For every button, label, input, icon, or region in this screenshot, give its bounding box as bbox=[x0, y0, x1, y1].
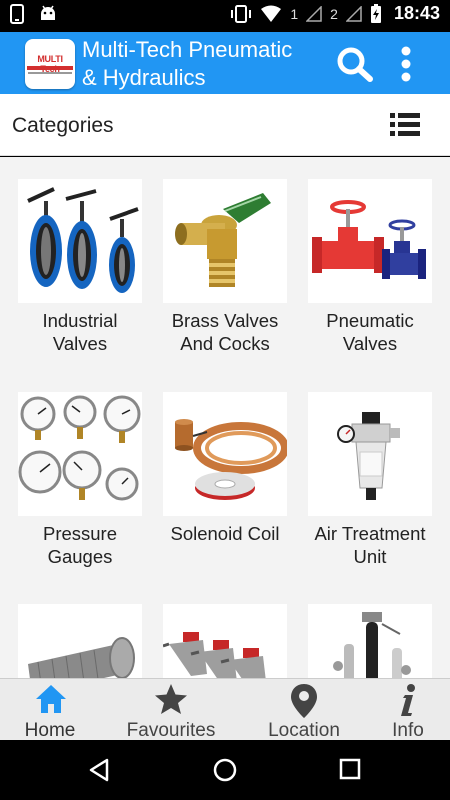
category-tile-solenoid-coil[interactable]: Solenoid Coil bbox=[163, 392, 287, 545]
category-grid: Industrial Valves Brass Valves And Cocks… bbox=[0, 157, 450, 678]
category-label-line1: Solenoid Coil bbox=[170, 523, 280, 544]
system-navigation-bar bbox=[0, 740, 450, 800]
category-label-line1: Pressure bbox=[42, 523, 118, 544]
category-label-line1: Pneumatic bbox=[326, 310, 414, 331]
frl-unit-image bbox=[308, 392, 432, 516]
nav-info-label: Info bbox=[392, 720, 424, 741]
nav-info[interactable]: Info bbox=[384, 679, 432, 741]
section-title: Categories bbox=[12, 114, 114, 137]
home-icon bbox=[36, 685, 66, 713]
category-tile-industrial-valves[interactable]: Industrial Valves bbox=[18, 179, 142, 355]
diaphragm-valves-image bbox=[308, 179, 432, 303]
gas-cylinders-image bbox=[308, 604, 432, 678]
overflow-menu-button[interactable] bbox=[396, 44, 416, 84]
category-label-line2: And Cocks bbox=[180, 333, 270, 354]
category-tile-row3-3[interactable] bbox=[308, 604, 432, 678]
bottom-navigation: Home Favourites Location Info bbox=[0, 678, 450, 741]
category-label-line2: Unit bbox=[353, 546, 387, 567]
air-blow-guns-image bbox=[163, 604, 287, 678]
category-tile-row3-2[interactable] bbox=[163, 604, 287, 678]
app-title-line1: Multi-Tech Pneumatic bbox=[82, 37, 293, 62]
more-vert-icon bbox=[401, 46, 411, 82]
app-title: Multi-Tech Pneumatic & Hydraulics bbox=[82, 36, 332, 92]
list-view-toggle-button[interactable] bbox=[388, 110, 422, 140]
info-icon bbox=[401, 684, 415, 716]
status-bar: 1 2 18:43 bbox=[0, 0, 450, 32]
search-button[interactable] bbox=[336, 46, 376, 82]
sim1-label: 1 bbox=[290, 5, 299, 22]
wifi-icon bbox=[261, 5, 282, 22]
category-label-line1: Air Treatment bbox=[314, 523, 426, 544]
category-label-line2: Valves bbox=[52, 333, 108, 354]
clock: 18:43 bbox=[393, 3, 440, 23]
list-view-icon bbox=[390, 113, 420, 136]
nav-favourites[interactable]: Favourites bbox=[118, 679, 224, 741]
signal-sim1-icon bbox=[306, 5, 322, 22]
category-label-line2: Valves bbox=[342, 333, 398, 354]
filter-element-image bbox=[18, 604, 142, 678]
sim2-label: 2 bbox=[330, 5, 338, 22]
signal-sim2-icon bbox=[345, 5, 362, 22]
category-tile-brass-valves-and-cocks[interactable]: Brass Valves And Cocks bbox=[163, 179, 287, 355]
phone-notification-icon bbox=[10, 4, 24, 24]
home-circle-icon[interactable] bbox=[213, 758, 237, 782]
nav-home[interactable]: Home bbox=[10, 679, 90, 741]
nav-favourites-label: Favourites bbox=[126, 720, 216, 741]
pressure-gauges-image bbox=[18, 392, 142, 516]
app-logo: MULTI Tech bbox=[25, 39, 75, 89]
battery-charging-icon bbox=[370, 3, 381, 23]
category-tile-air-treatment-unit[interactable]: Air Treatment Unit bbox=[308, 392, 432, 568]
butterfly-valves-image bbox=[18, 179, 142, 303]
recents-icon[interactable] bbox=[339, 758, 361, 780]
nav-location[interactable]: Location bbox=[260, 679, 348, 741]
search-icon bbox=[337, 47, 373, 82]
app-bar: MULTI Tech Multi-Tech Pneumatic & Hydrau… bbox=[0, 32, 450, 94]
brass-cock-image bbox=[163, 179, 287, 303]
nav-home-label: Home bbox=[24, 720, 76, 741]
nav-location-label: Location bbox=[268, 720, 340, 741]
category-label-line1: Industrial bbox=[42, 310, 118, 331]
star-icon bbox=[155, 684, 187, 714]
back-icon[interactable] bbox=[88, 758, 110, 782]
android-debug-icon bbox=[41, 5, 55, 20]
vibrate-icon bbox=[231, 4, 252, 23]
category-tile-pneumatic-valves[interactable]: Pneumatic Valves bbox=[308, 179, 432, 355]
app-title-line2: & Hydraulics bbox=[82, 65, 206, 90]
logo-text: MULTI Tech bbox=[37, 54, 63, 74]
copper-coil-image bbox=[163, 392, 287, 516]
location-pin-icon bbox=[291, 684, 317, 718]
category-tile-row3-1[interactable] bbox=[18, 604, 142, 678]
category-label-line1: Brass Valves bbox=[171, 310, 279, 331]
categories-header: Categories bbox=[0, 94, 450, 156]
category-tile-pressure-gauges[interactable]: Pressure Gauges bbox=[18, 392, 142, 568]
category-label-line2: Gauges bbox=[47, 546, 113, 567]
